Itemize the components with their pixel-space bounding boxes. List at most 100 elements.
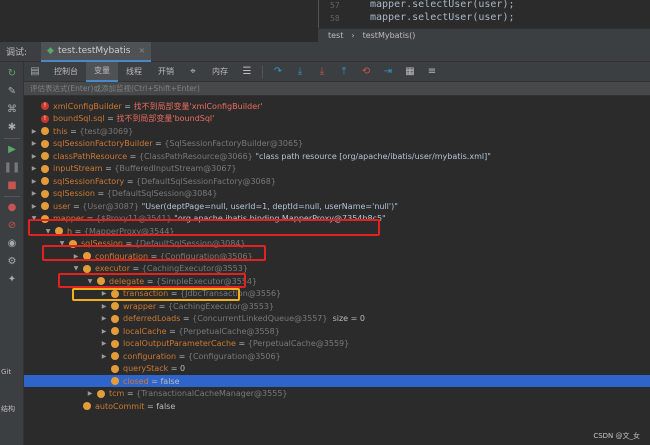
breadcrumb-method[interactable]: testMybatis() <box>363 31 416 40</box>
expand-arrow-icon[interactable]: ▶ <box>30 178 38 185</box>
error-icon: ! <box>41 102 49 110</box>
expand-arrow-icon[interactable]: ▶ <box>86 390 94 397</box>
variable-row[interactable]: ▶ localOutputParameterCache = {PerpetualC… <box>24 338 650 350</box>
variable-type: {User@3087} <box>82 201 140 211</box>
variable-row[interactable]: closed = false <box>24 375 650 387</box>
pause-icon[interactable]: ❚❚ <box>4 160 21 174</box>
breadcrumb: test › testMybatis() <box>318 28 650 42</box>
field-icon <box>111 302 119 310</box>
variable-row[interactable]: ▶ deferredLoads = {ConcurrentLinkedQueue@… <box>24 313 650 325</box>
variable-row[interactable]: ▶ sqlSession = {DefaultSqlSession@3084} <box>24 188 650 200</box>
stop-icon[interactable]: ■ <box>5 178 19 192</box>
variable-row[interactable]: ▶ classPathResource = {ClassPathResource@… <box>24 150 650 162</box>
variable-row[interactable]: ▶ user = {User@3087} "User(deptPage=null,… <box>24 200 650 212</box>
view-breakpoints-icon[interactable]: ● <box>5 200 19 214</box>
side-tab-git[interactable]: Git <box>1 368 11 376</box>
field-icon <box>111 364 119 373</box>
equals-sign: = <box>124 389 137 398</box>
breadcrumb-class[interactable]: test <box>328 31 343 40</box>
expand-arrow-icon[interactable]: ▶ <box>100 303 108 310</box>
variables-tree: ! xmlConfigBuilder = 找不到局部变量'xmlConfigBui… <box>24 96 650 445</box>
variable-type: {ConcurrentLinkedQueue@3557} <box>192 314 328 323</box>
variable-name: executor <box>95 264 130 273</box>
variable-name: closed <box>123 376 149 386</box>
variable-value: "User(deptPage=null, userId=1, deptId=nu… <box>139 201 398 211</box>
expand-arrow-icon[interactable]: ▶ <box>30 165 38 172</box>
expand-arrow-icon[interactable]: ▶ <box>100 328 108 335</box>
expand-arrow-icon[interactable]: ▶ <box>30 203 38 210</box>
variable-row[interactable]: ! xmlConfigBuilder = 找不到局部变量'xmlConfigBui… <box>24 100 650 112</box>
variable-row[interactable]: ▶ localCache = {PerpetualCache@3558} <box>24 325 650 337</box>
step-out-icon[interactable]: ⤒ <box>336 64 352 80</box>
tab-variables[interactable]: 变量 <box>86 61 118 82</box>
mute-breakpoints-icon[interactable]: ⊘ <box>5 218 19 232</box>
modify-config-icon[interactable]: ✎ <box>5 84 19 98</box>
layout-icon[interactable]: ▤ <box>27 64 43 80</box>
variable-row[interactable]: ▶ wrapper = {CachingExecutor@3553} <box>24 300 650 312</box>
close-icon[interactable]: × <box>138 46 145 55</box>
variable-row[interactable]: ▶ tcm = {TransactionalCacheManager@3555} <box>24 388 650 400</box>
variable-value: 找不到局部变量'xmlConfigBuilder' <box>133 101 263 111</box>
highlight-box-delegate <box>72 288 240 301</box>
annotation-icon[interactable]: ⌖ <box>185 64 201 80</box>
variable-type: {ClassPathResource@3066} <box>138 151 253 161</box>
expand-arrow-icon[interactable]: ▶ <box>30 153 38 160</box>
camera-icon[interactable]: ◉ <box>5 236 19 250</box>
evaluate-icon[interactable]: ▦ <box>402 64 418 80</box>
variable-name: queryStack <box>123 364 169 373</box>
code-line[interactable]: mapper.selectUser(user); <box>370 12 515 23</box>
step-into-icon[interactable]: ⤓ <box>292 64 308 80</box>
expand-arrow-icon[interactable]: ▶ <box>100 340 108 347</box>
force-step-into-icon[interactable]: ⤓ <box>314 64 330 80</box>
variable-type: {test@3069} <box>79 126 134 136</box>
code-line[interactable]: mapper.selectUser(user); <box>370 0 515 10</box>
drop-frame-icon[interactable]: ⟲ <box>358 64 374 80</box>
field-icon <box>41 139 49 148</box>
variable-row[interactable]: ▶ configuration = {Configuration@3506} <box>24 350 650 362</box>
rerun-icon[interactable]: ↻ <box>5 66 19 80</box>
tab-console[interactable]: 控制台 <box>46 62 86 82</box>
tab-threads[interactable]: 线程 <box>118 62 150 82</box>
evaluate-expression-input[interactable]: 评估表达式(Enter)或添加监视(Ctrl+Shift+Enter) <box>24 82 650 96</box>
field-icon <box>83 402 91 410</box>
trace-icon[interactable]: ≡ <box>424 64 440 80</box>
variable-name: tcm <box>109 389 125 398</box>
variable-row[interactable]: autoCommit = false <box>24 400 650 412</box>
variable-name: sqlSessionFactoryBuilder <box>53 139 153 148</box>
expand-arrow-icon[interactable]: ▶ <box>30 140 38 147</box>
expand-arrow-icon[interactable]: ▶ <box>100 353 108 360</box>
field-icon <box>41 177 49 185</box>
error-icon: ! <box>41 114 49 123</box>
run-to-cursor-icon[interactable]: ⇥ <box>380 64 396 80</box>
settings-gear-icon[interactable]: ⚙ <box>5 254 19 268</box>
toolbar-separator <box>4 138 20 139</box>
step-over-icon[interactable]: ↷ <box>270 64 286 80</box>
variable-row[interactable]: ! boundSql.sql = 找不到局部变量'boundSql' <box>24 113 650 125</box>
resume-icon[interactable]: ▶ <box>5 142 19 156</box>
pin-icon[interactable]: ✦ <box>5 272 19 286</box>
expand-arrow-icon[interactable]: ▶ <box>30 128 38 135</box>
variable-row[interactable]: ▶ this = {test@3069} <box>24 125 650 137</box>
variable-row[interactable]: ▶ sqlSessionFactoryBuilder = {SqlSessionF… <box>24 138 650 150</box>
variable-value: size = 0 <box>327 314 365 323</box>
debug-session-tab[interactable]: ◆ test.testMybatis × <box>41 41 152 62</box>
debug-tabs-toolbar: ▤ 控制台 变量 线程 开销 ⌖ 内存 ☰ ↷ ⤓ ⤓ ⤒ ⟲ ⇥ ▦ ≡ <box>24 61 650 82</box>
field-icon <box>41 189 49 198</box>
settings-wrench-icon[interactable]: ⌘ <box>5 102 19 116</box>
show-execution-point-icon[interactable]: ☰ <box>239 64 255 80</box>
tab-overhead[interactable]: 开销 <box>150 62 182 82</box>
collapse-arrow-icon[interactable]: ▼ <box>72 265 80 272</box>
variable-value: false <box>156 401 176 411</box>
variable-row[interactable]: ▶ sqlSessionFactory = {DefaultSqlSessionF… <box>24 175 650 187</box>
equals-sign: = <box>129 264 142 273</box>
variable-row[interactable]: queryStack = 0 <box>24 363 650 375</box>
expand-arrow-icon[interactable]: ▶ <box>30 190 38 197</box>
breadcrumb-separator-icon: › <box>351 31 355 40</box>
session-tab-label: test.testMybatis <box>57 45 131 56</box>
variable-type: {SqlSessionFactoryBuilder@3065} <box>164 139 304 148</box>
variable-row[interactable]: ▶ inputStream = {BufferedInputStream@3067… <box>24 163 650 175</box>
tab-memory[interactable]: 内存 <box>204 62 236 82</box>
wrench-icon[interactable]: ✱ <box>5 120 19 134</box>
side-tab-structure[interactable]: 结构 <box>1 404 15 414</box>
expand-arrow-icon[interactable]: ▶ <box>100 315 108 322</box>
